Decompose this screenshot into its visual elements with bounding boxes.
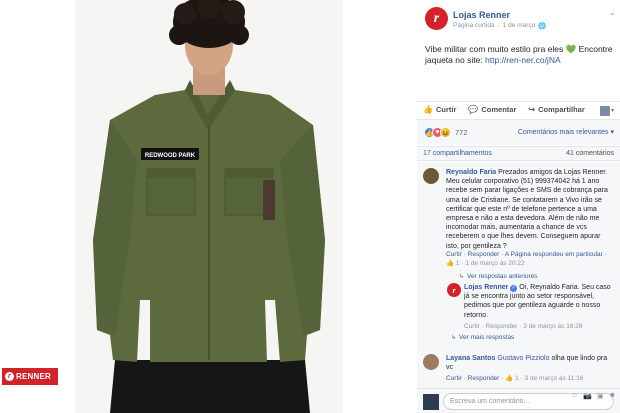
comment-actions-text[interactable]: Curtir · Responder · A Página respondeu … [446, 251, 607, 258]
sticker-icon[interactable]: ☻ [609, 392, 616, 400]
thumbs-up-icon: 👍 [423, 105, 433, 114]
comment-like-count: 1 [515, 375, 519, 382]
comments-list: Reynaldo Faria Prezados amigos da Lojas … [417, 162, 620, 388]
comment-body: Reynaldo Faria Prezados amigos da Lojas … [446, 168, 614, 251]
comment-time[interactable]: · 1 de março às 20:22 [461, 260, 524, 267]
viewer-avatar [423, 394, 439, 410]
haha-reaction-icon: 😆 [440, 127, 451, 138]
comment-like-count: 1 [455, 260, 460, 267]
share-button[interactable]: ↪ Compartilhar [522, 105, 590, 114]
comment-actions: Curtir · Responder · A Página respondeu … [446, 250, 614, 268]
renner-brand-badge: r RENNER [2, 368, 58, 385]
model-jacket-image: REDWOOD PARK [75, 0, 343, 413]
like-label: Curtir [435, 105, 457, 114]
post-stats: 17 compartilhamentos 41 comentários [417, 146, 620, 161]
page-avatar[interactable]: r [425, 7, 448, 30]
verified-badge-icon: ✓ [510, 285, 518, 292]
shares-count-link[interactable]: 17 compartilhamentos [423, 150, 492, 157]
reaction-count: 772 [455, 128, 468, 137]
reply-page-avatar[interactable]: r [447, 283, 461, 297]
photo-viewer: REDWOOD PARK r RENNER [0, 0, 417, 413]
post-date-link[interactable]: 1 de março [503, 22, 536, 30]
mentioned-user[interactable]: Gustavo Pizziolo [497, 355, 549, 362]
commenter-avatar[interactable] [423, 168, 439, 184]
view-previous-replies-label: Ver respostas anteriores [467, 273, 538, 280]
viewer-avatar-selector[interactable]: ▾ [600, 105, 614, 116]
renner-logo-icon: r [5, 372, 14, 381]
sort-arrow-icon: ▾ [610, 129, 614, 136]
comment-label: Comentar [481, 105, 517, 114]
viewer-avatar [600, 105, 610, 116]
reply-body: Lojas Renner ✓ Oi, Reynaldo Faria. Seu c… [464, 283, 614, 320]
comment-text: Prezados amigos da Lojas Renner. Meu cel… [446, 169, 608, 250]
view-more-replies[interactable]: ↳ Ver mais respostas [451, 334, 514, 341]
post-meta: Página curtida · 1 de março 🌐 [453, 22, 546, 30]
globe-icon: 🌐 [538, 23, 547, 30]
reply-actions-text[interactable]: Curtir · Responder · 3 de março às 16:28 [464, 323, 583, 330]
comment-sort-label: Comentários mais relevantes [517, 129, 609, 136]
commenter-name[interactable]: Layana Santos [446, 355, 495, 362]
composer-icons: ☺ 📷 ▣ ☻ [571, 392, 616, 400]
comment-like-icon: 👍 [505, 375, 514, 382]
post-side-panel: r Lojas Renner Página curtida · 1 de mar… [417, 0, 620, 413]
meta-separator: · [497, 22, 500, 29]
emoji-icon[interactable]: ☺ [571, 392, 578, 400]
comment-like-icon: 👍 [446, 260, 455, 267]
reply-author-name[interactable]: Lojas Renner [464, 284, 508, 291]
comment-sort-dropdown[interactable]: Comentários mais relevantes ▾ [518, 128, 614, 136]
comments-count[interactable]: 41 comentários [566, 150, 614, 157]
reactions-bar: 👍 ♥ 😆 772 Comentários mais relevantes ▾ [417, 119, 620, 145]
reply-arrow-icon: ↳ [451, 335, 457, 341]
post-header: r Lojas Renner Página curtida · 1 de mar… [417, 0, 620, 40]
reply-arrow-icon: ↳ [459, 274, 465, 280]
camera-icon[interactable]: 📷 [583, 392, 592, 400]
like-button[interactable]: 👍 Curtir [417, 105, 462, 114]
jacket-patch-text: REDWOOD PARK [145, 153, 196, 159]
caption-link[interactable]: http://ren-ner.co/jNA [485, 55, 561, 65]
comment-body: Layana Santos Gustavo Pizziolo olha que … [446, 354, 614, 372]
page-name-link[interactable]: Lojas Renner [453, 10, 510, 20]
gif-icon[interactable]: ▣ [597, 392, 604, 400]
comment-actions: Curtir · Responder · 👍 1 · 3 de março às… [446, 374, 583, 383]
brand-badge-label: RENNER [16, 372, 51, 381]
post-options-chevron-icon[interactable]: ⌄ [608, 7, 616, 18]
post-actions-bar: 👍 Curtir 💬 Comentar ↪ Compartilhar ▾ [417, 101, 620, 117]
share-icon: ↪ [528, 105, 536, 114]
post-photo[interactable]: REDWOOD PARK [75, 0, 343, 413]
share-label: Compartilhar [538, 105, 585, 114]
comment-time[interactable]: · 3 de março às 11:16 [521, 375, 584, 382]
comment-actions-text[interactable]: Curtir · Responder · [446, 375, 505, 382]
comment-icon: 💬 [468, 105, 479, 114]
comment-composer: Escreva um comentário... ☺ 📷 ▣ ☻ [417, 388, 620, 413]
reply-actions: Curtir · Responder · 3 de março às 16:28 [464, 322, 583, 331]
commenter-name[interactable]: Reynaldo Faria [446, 169, 496, 176]
view-previous-replies[interactable]: ↳ Ver respostas anteriores [459, 273, 537, 280]
page-liked-label: Página curtida [453, 22, 495, 29]
reactions-summary[interactable]: 👍 ♥ 😆 772 [424, 127, 468, 138]
post-caption: Vibe militar com muito estilo pra eles 💚… [425, 44, 617, 66]
commenter-avatar[interactable] [423, 354, 439, 370]
view-more-replies-label: Ver mais respostas [459, 334, 515, 341]
chevron-down-icon: ▾ [610, 108, 614, 114]
comment-button[interactable]: 💬 Comentar [462, 105, 522, 114]
